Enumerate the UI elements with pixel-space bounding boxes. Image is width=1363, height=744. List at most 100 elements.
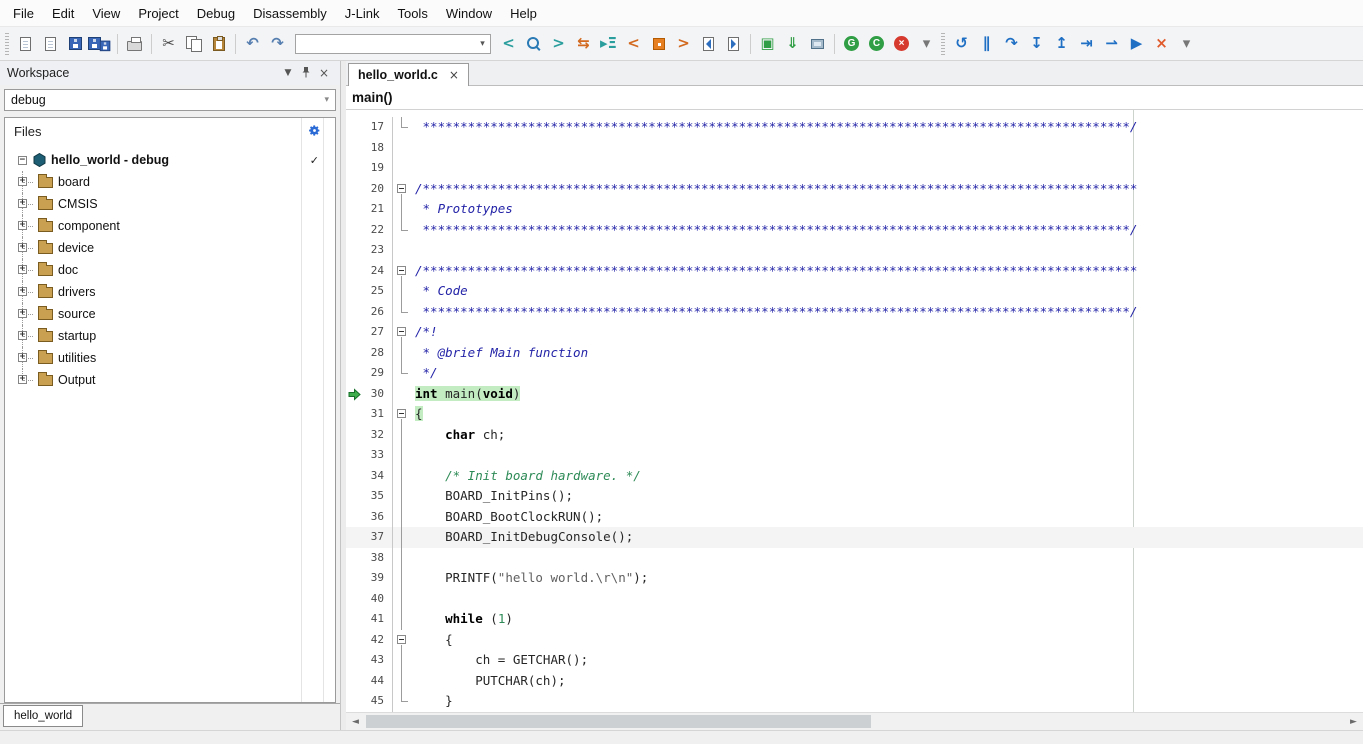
fold-margin[interactable] — [393, 179, 410, 200]
find-combobox[interactable]: ▾ — [295, 34, 491, 54]
fold-margin[interactable] — [393, 630, 410, 651]
save-button[interactable] — [63, 31, 88, 56]
code-line-17[interactable]: 17 *************************************… — [346, 117, 1363, 138]
gear-icon[interactable] — [308, 124, 321, 140]
fold-margin[interactable] — [393, 404, 410, 425]
fold-collapse-icon[interactable] — [397, 409, 406, 418]
close-pane-icon[interactable]: × — [315, 66, 333, 80]
line-number[interactable]: 34 — [346, 466, 393, 487]
code-line-39[interactable]: 39 PRINTF("hello world.\r\n"); — [346, 568, 1363, 589]
expand-icon[interactable]: + — [18, 177, 27, 186]
find-button[interactable] — [521, 31, 546, 56]
expand-icon[interactable]: + — [18, 243, 27, 252]
code-line-31[interactable]: 31{ — [346, 404, 1363, 425]
next-message-button[interactable] — [721, 31, 746, 56]
line-number[interactable]: 38 — [346, 548, 393, 569]
fold-collapse-icon[interactable] — [397, 635, 406, 644]
code-line-26[interactable]: 26 *************************************… — [346, 302, 1363, 323]
tree-item-output[interactable]: +Output — [5, 369, 335, 391]
line-number[interactable]: 42 — [346, 630, 393, 651]
menu-tools[interactable]: Tools — [388, 2, 436, 25]
debug-extra-button[interactable]: ▾ — [1174, 31, 1199, 56]
tree-root-project[interactable]: − hello_world - debug ✓ — [5, 149, 335, 171]
undo-button[interactable]: ↶ — [240, 31, 265, 56]
menu-edit[interactable]: Edit — [43, 2, 83, 25]
line-number[interactable]: 29 — [346, 363, 393, 384]
line-number[interactable]: 44 — [346, 671, 393, 692]
step-into-button[interactable]: ↧ — [1024, 31, 1049, 56]
code-line-41[interactable]: 41 while (1) — [346, 609, 1363, 630]
code-line-18[interactable]: 18 — [346, 138, 1363, 159]
expand-icon[interactable]: + — [18, 265, 27, 274]
menu-disassembly[interactable]: Disassembly — [244, 2, 336, 25]
line-number[interactable]: 18 — [346, 138, 393, 159]
function-selector[interactable]: main() — [346, 86, 1363, 110]
line-number[interactable]: 26 — [346, 302, 393, 323]
expand-icon[interactable]: + — [18, 309, 27, 318]
target-memory-button[interactable] — [805, 31, 830, 56]
code-line-20[interactable]: 20/*************************************… — [346, 179, 1363, 200]
step-over-button[interactable]: ↷ — [999, 31, 1024, 56]
cut-button[interactable]: ✂ — [156, 31, 181, 56]
print-button[interactable] — [122, 31, 147, 56]
editor-tab-hello-world[interactable]: hello_world.c × — [348, 63, 469, 86]
tree-item-source[interactable]: +source — [5, 303, 335, 325]
line-number[interactable]: 25 — [346, 281, 393, 302]
tree-item-component[interactable]: +component — [5, 215, 335, 237]
line-number[interactable]: 27 — [346, 322, 393, 343]
code-line-42[interactable]: 42 { — [346, 630, 1363, 651]
navigate-forward-button[interactable]: > — [546, 31, 571, 56]
copy-button[interactable] — [181, 31, 206, 56]
reset-button[interactable]: ↺ — [949, 31, 974, 56]
fold-collapse-icon[interactable] — [397, 184, 406, 193]
code-line-25[interactable]: 25 * Code — [346, 281, 1363, 302]
tree-item-doc[interactable]: +doc — [5, 259, 335, 281]
previous-message-button[interactable] — [696, 31, 721, 56]
pane-menu-icon[interactable]: ▼ — [279, 68, 297, 78]
line-number[interactable]: 36 — [346, 507, 393, 528]
expand-icon[interactable]: + — [18, 353, 27, 362]
toggle-source-disassembly-button[interactable]: ⇆ — [571, 31, 596, 56]
code-line-33[interactable]: 33 — [346, 445, 1363, 466]
line-number[interactable]: 35 — [346, 486, 393, 507]
line-number[interactable]: 22 — [346, 220, 393, 241]
code-line-43[interactable]: 43 ch = GETCHAR(); — [346, 650, 1363, 671]
go-button[interactable]: ▶ — [1124, 31, 1149, 56]
expand-icon[interactable]: + — [18, 287, 27, 296]
scroll-right-icon[interactable]: ► — [1345, 713, 1362, 730]
line-number[interactable]: 45 — [346, 691, 393, 712]
new-document-button[interactable] — [13, 31, 38, 56]
code-line-36[interactable]: 36 BOARD_BootClockRUN(); — [346, 507, 1363, 528]
line-number[interactable]: 17 — [346, 117, 393, 138]
scroll-left-icon[interactable]: ◄ — [347, 713, 364, 730]
save-all-button[interactable] — [88, 31, 113, 56]
fold-collapse-icon[interactable] — [397, 327, 406, 336]
previous-bookmark-button[interactable]: < — [621, 31, 646, 56]
step-out-button[interactable]: ↥ — [1049, 31, 1074, 56]
next-bookmark-button[interactable]: > — [671, 31, 696, 56]
code-line-40[interactable]: 40 — [346, 589, 1363, 610]
chevron-down-icon[interactable]: ▾ — [475, 39, 490, 49]
navigate-backward-button[interactable]: < — [496, 31, 521, 56]
expand-icon[interactable]: + — [18, 221, 27, 230]
compile-button[interactable]: C — [864, 31, 889, 56]
line-number[interactable]: 33 — [346, 445, 393, 466]
menu-debug[interactable]: Debug — [188, 2, 244, 25]
toolbar-gripper[interactable] — [5, 33, 9, 55]
code-line-27[interactable]: 27/*! — [346, 322, 1363, 343]
stop-build-button[interactable]: × — [889, 31, 914, 56]
code-line-21[interactable]: 21 * Prototypes — [346, 199, 1363, 220]
fold-margin[interactable] — [393, 322, 410, 343]
line-number[interactable]: 39 — [346, 568, 393, 589]
make-button[interactable]: G — [839, 31, 864, 56]
paste-button[interactable] — [206, 31, 231, 56]
expand-icon[interactable]: + — [18, 331, 27, 340]
line-number[interactable]: 40 — [346, 589, 393, 610]
toggle-breakpoint-button[interactable] — [646, 31, 671, 56]
horizontal-scrollbar[interactable]: ◄ ► — [346, 712, 1363, 730]
workspace-bottom-tab[interactable]: hello_world — [3, 705, 83, 727]
code-editor[interactable]: 17 *************************************… — [346, 110, 1363, 712]
run-to-cursor-button[interactable]: ⇀ — [1099, 31, 1124, 56]
fold-collapse-icon[interactable] — [397, 266, 406, 275]
download-button[interactable]: ⇓ — [780, 31, 805, 56]
